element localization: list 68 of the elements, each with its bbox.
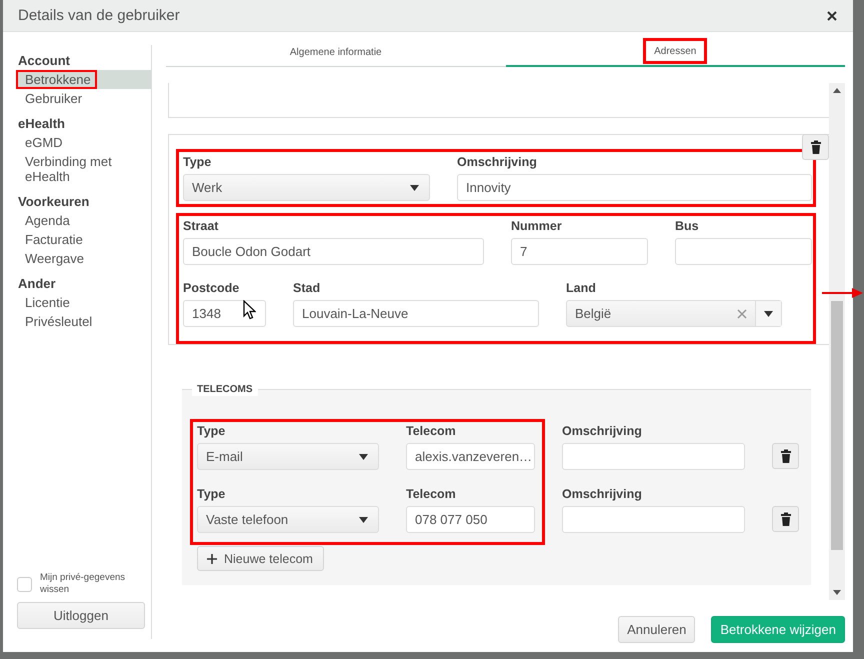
field-label: Omschrijving bbox=[562, 424, 643, 439]
field-label: Telecom bbox=[406, 424, 457, 439]
sidebar-item[interactable]: Weergave bbox=[16, 249, 151, 268]
field-label: Land bbox=[566, 281, 597, 296]
delete-button[interactable] bbox=[772, 506, 799, 532]
add-telecom-button[interactable]: Nieuwe telecom bbox=[197, 546, 324, 571]
delete-button[interactable] bbox=[772, 443, 799, 469]
cancel-button[interactable]: Annuleren bbox=[618, 616, 696, 643]
field-label: Postcode bbox=[183, 281, 240, 296]
trash-icon bbox=[810, 140, 822, 154]
clear-icon bbox=[737, 308, 747, 318]
field-label: Omschrijving bbox=[562, 487, 643, 502]
trash-icon bbox=[780, 512, 792, 526]
input-field[interactable] bbox=[562, 443, 745, 470]
checkbox[interactable] bbox=[17, 576, 32, 592]
sidebar-item[interactable]: Facturatie bbox=[16, 230, 151, 249]
caret-icon bbox=[410, 184, 419, 190]
sidebar-item[interactable]: Agenda bbox=[16, 211, 151, 230]
field-label: Straat bbox=[183, 219, 220, 234]
input-field[interactable]: alexis.vanzeveren… bbox=[406, 443, 535, 470]
dropdown[interactable]: Werk bbox=[183, 174, 430, 201]
dropdown[interactable]: E-mail bbox=[197, 443, 379, 470]
sidebar-item[interactable]: Licentie bbox=[16, 293, 151, 312]
input-field[interactable]: 7 bbox=[511, 238, 648, 265]
tab[interactable]: Algemene informatie bbox=[166, 37, 506, 67]
checkbox-label: Mijn privé-gegevens wissen bbox=[40, 572, 126, 596]
sidebar-heading: eHealth bbox=[17, 115, 66, 133]
scroll-down-icon bbox=[833, 590, 841, 595]
plus-icon bbox=[207, 554, 217, 564]
sidebar-heading: Ander bbox=[17, 275, 57, 293]
field-label: Type bbox=[197, 487, 226, 502]
sidebar-heading: Account bbox=[17, 52, 71, 70]
input-field[interactable] bbox=[675, 238, 812, 265]
field-label: Bus bbox=[675, 219, 700, 234]
caret-icon bbox=[359, 516, 368, 522]
input-field[interactable] bbox=[562, 506, 745, 533]
scroll-up-icon bbox=[833, 88, 841, 93]
input-field[interactable]: 1348 bbox=[183, 300, 266, 327]
delete-button[interactable] bbox=[802, 134, 829, 160]
trash-icon bbox=[780, 449, 792, 463]
input-field[interactable]: Boucle Odon Godart bbox=[183, 238, 484, 265]
input-field[interactable]: 078 077 050 bbox=[406, 506, 535, 533]
sidebar-item[interactable]: Gebruiker bbox=[16, 89, 151, 108]
window-title: Details van de gebruiker bbox=[18, 7, 180, 24]
field-label: Type bbox=[197, 424, 226, 439]
sidebar-item[interactable]: Privésleutel bbox=[16, 312, 151, 331]
field-label: Nummer bbox=[511, 219, 563, 234]
cursor-icon bbox=[243, 300, 256, 320]
field-label: Type bbox=[183, 155, 212, 170]
tab[interactable]: Adressen bbox=[506, 37, 845, 67]
sidebar-item[interactable]: eGMD bbox=[16, 133, 151, 152]
section-title: TELECOMS bbox=[192, 383, 258, 396]
close-icon[interactable] bbox=[827, 10, 837, 20]
dropdown[interactable]: België bbox=[566, 300, 782, 327]
field-label: Omschrijving bbox=[457, 155, 538, 170]
input-field[interactable]: Louvain-La-Neuve bbox=[293, 300, 539, 327]
dropdown[interactable]: Vaste telefoon bbox=[197, 506, 379, 533]
logout-button[interactable]: Uitloggen bbox=[17, 602, 145, 629]
field-label: Stad bbox=[293, 281, 322, 296]
sidebar-item[interactable]: Betrokkene bbox=[16, 70, 151, 89]
annotation-arrow bbox=[822, 287, 863, 299]
field-label: Telecom bbox=[406, 487, 457, 502]
caret-icon bbox=[359, 454, 368, 460]
input-field[interactable]: Innovity bbox=[457, 174, 812, 201]
sidebar-item[interactable]: Verbinding met eHealth bbox=[16, 152, 151, 186]
caret-icon bbox=[764, 310, 773, 316]
sidebar-heading: Voorkeuren bbox=[17, 193, 90, 211]
scrollbar[interactable] bbox=[829, 83, 845, 600]
